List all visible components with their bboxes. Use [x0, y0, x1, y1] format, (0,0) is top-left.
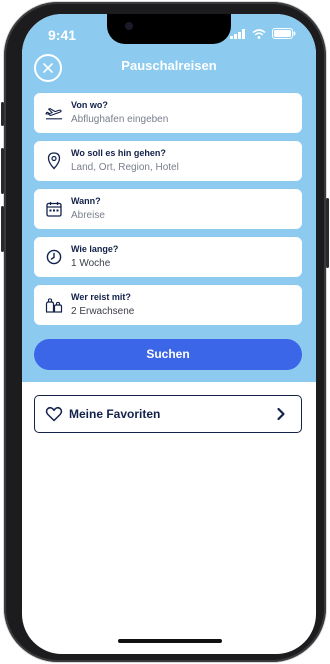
field-label: Wo soll es hin gehen? [71, 148, 166, 158]
field-label: Wann? [71, 196, 101, 206]
clock-icon [44, 247, 64, 267]
side-button-silent [1, 102, 4, 126]
status-icons [230, 28, 296, 39]
status-time: 9:41 [48, 27, 77, 43]
field-label: Von wo? [71, 100, 108, 110]
field-label: Wer reist mit? [71, 292, 131, 302]
field-value: 1 Woche [71, 258, 111, 269]
side-button-power [326, 198, 329, 268]
chevron-right-icon [277, 407, 285, 421]
travelers-icon [44, 295, 64, 315]
location-pin-icon [44, 151, 64, 171]
date-field[interactable]: Wann? Abreise [34, 189, 302, 229]
duration-field[interactable]: Wie lange? 1 Woche [34, 237, 302, 277]
side-button-volume-down [1, 206, 4, 252]
destination-field[interactable]: Wo soll es hin gehen? Land, Ort, Region,… [34, 141, 302, 181]
side-button-volume-up [1, 148, 4, 194]
plane-departure-icon [44, 103, 64, 123]
calendar-icon [44, 199, 64, 219]
field-placeholder: Abflughafen eingeben [71, 114, 169, 125]
favorites-button[interactable]: Meine Favoriten [34, 395, 302, 433]
home-indicator [118, 639, 222, 643]
front-camera [125, 22, 133, 30]
travelers-field[interactable]: Wer reist mit? 2 Erwachsene [34, 285, 302, 325]
favorites-label: Meine Favoriten [69, 407, 161, 421]
field-placeholder: Land, Ort, Region, Hotel [71, 162, 179, 173]
phone-frame: 9:41 Pauschalreisen Von wo? Abflughafen … [1, 2, 329, 662]
heart-icon [45, 406, 63, 422]
screen: 9:41 Pauschalreisen Von wo? Abflughafen … [22, 14, 316, 654]
search-button[interactable]: Suchen [34, 339, 302, 370]
page-title: Pauschalreisen [121, 58, 217, 73]
notch [107, 14, 231, 44]
signal-icon [230, 28, 245, 39]
field-label: Wie lange? [71, 244, 119, 254]
from-field[interactable]: Von wo? Abflughafen eingeben [34, 93, 302, 133]
field-placeholder: Abreise [71, 210, 105, 221]
battery-icon [272, 28, 296, 39]
wifi-icon [252, 28, 266, 39]
field-value: 2 Erwachsene [71, 306, 135, 317]
